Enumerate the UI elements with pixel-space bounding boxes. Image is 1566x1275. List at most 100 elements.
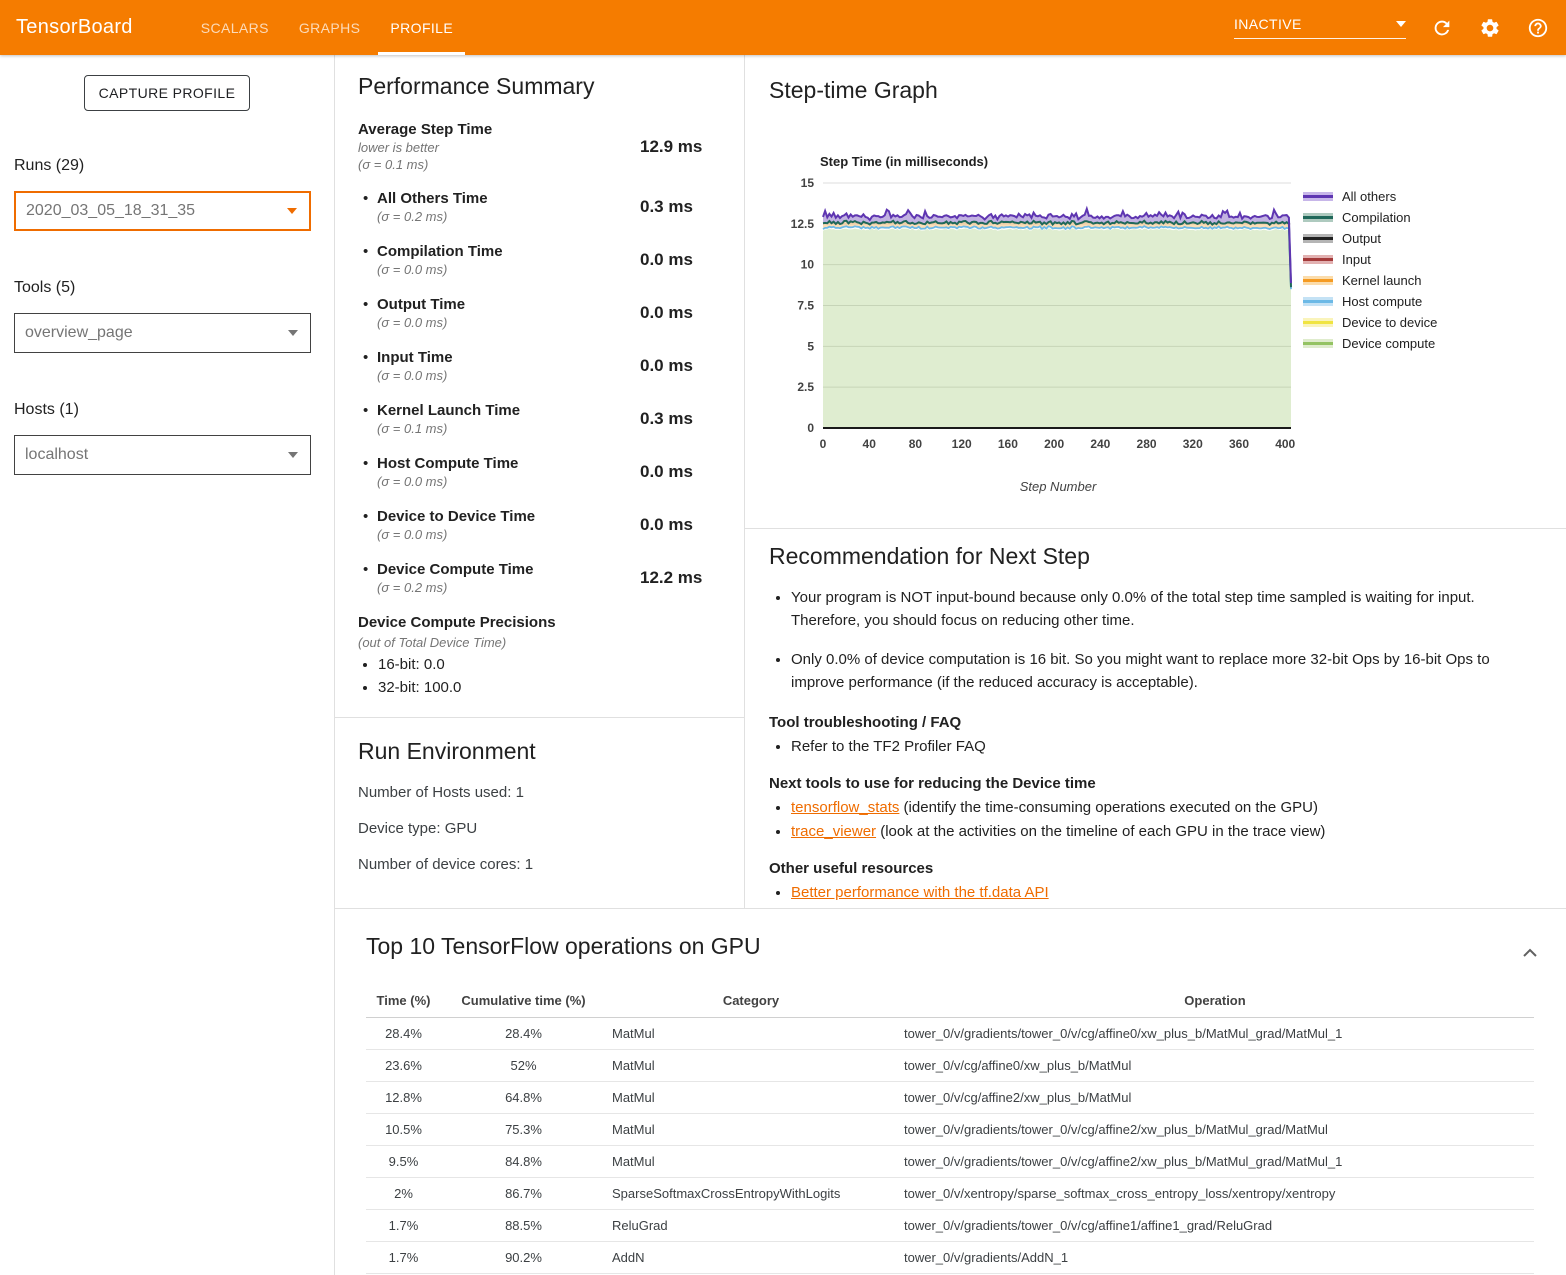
- perf-item-label: Device to Device Time: [377, 507, 535, 526]
- env-line: Number of device cores: 1: [358, 856, 724, 873]
- tools-select[interactable]: overview_page: [14, 313, 311, 353]
- sidebar: CAPTURE PROFILE Runs (29) 2020_03_05_18_…: [0, 55, 335, 1275]
- table-row: 1.7% 88.5% ReluGrad tower_0/v/gradients/…: [366, 1210, 1534, 1242]
- perf-item-label: All Others Time: [377, 189, 488, 208]
- svg-text:240: 240: [1090, 437, 1110, 451]
- svg-text:10: 10: [801, 258, 815, 272]
- collapse-chevron-up-icon[interactable]: [1522, 945, 1538, 963]
- cumulative-cell: 75.3%: [441, 1114, 606, 1146]
- perf-item-sigma: (σ = 0.0 ms): [377, 314, 465, 331]
- perf-item-label: Device Compute Time: [377, 560, 533, 579]
- app-body: CAPTURE PROFILE Runs (29) 2020_03_05_18_…: [0, 55, 1566, 1275]
- chevron-down-icon: [288, 452, 298, 458]
- legend-item: All others: [1303, 190, 1437, 203]
- cumulative-cell: 88.5%: [441, 1210, 606, 1242]
- svg-text:400: 400: [1275, 437, 1295, 451]
- table-header-row: Time (%) Cumulative time (%) Category Op…: [366, 984, 1534, 1018]
- main-content: Performance Summary Average Step Time lo…: [335, 55, 1566, 1275]
- legend-label: Host compute: [1342, 294, 1422, 309]
- runs-label: Runs (29): [14, 157, 311, 175]
- operation-cell: tower_0/v/gradients/tower_0/v/cg/affine2…: [896, 1146, 1534, 1178]
- operation-cell: tower_0/v/cg/affine2/xw_plus_b/MatMul: [896, 1082, 1534, 1114]
- resources-title: Other useful resources: [769, 860, 1526, 877]
- bullet-dot: •: [363, 295, 377, 314]
- perf-item-value: 0.0 ms: [640, 462, 693, 482]
- perf-item-value: 0.0 ms: [640, 303, 693, 323]
- legend-item: Input: [1303, 253, 1437, 266]
- perf-summary-item: • Device Compute Time (σ = 0.2 ms) 12.2 …: [358, 560, 724, 596]
- perf-item-sigma: (σ = 0.0 ms): [377, 473, 518, 490]
- cumulative-cell: 90.2%: [441, 1242, 606, 1274]
- table-row: 1.7% 90.2% AddN tower_0/v/gradients/AddN…: [366, 1242, 1534, 1274]
- legend-swatch: [1303, 213, 1333, 222]
- capture-profile-button[interactable]: CAPTURE PROFILE: [84, 75, 250, 111]
- app-title: TensorBoard: [16, 16, 133, 39]
- tab-profile[interactable]: PROFILE: [378, 0, 465, 55]
- recommendation-title: Recommendation for Next Step: [769, 543, 1526, 570]
- perf-summary-item: • All Others Time (σ = 0.2 ms) 0.3 ms: [358, 189, 724, 225]
- chart-x-axis-label: Step Number: [823, 479, 1293, 494]
- category-cell: MatMul: [606, 1114, 896, 1146]
- time-cell: 28.4%: [366, 1018, 441, 1050]
- legend-swatch: [1303, 276, 1333, 285]
- legend-item: Output: [1303, 232, 1437, 245]
- bullet-dot: •: [363, 401, 377, 420]
- tab-scalars[interactable]: SCALARS: [189, 0, 281, 55]
- svg-text:120: 120: [952, 437, 972, 451]
- legend-swatch: [1303, 255, 1333, 264]
- tools-group: Tools (5) overview_page: [14, 279, 311, 353]
- col-operation: Operation: [896, 984, 1534, 1018]
- resources-list: Better performance with the tf.data API: [769, 884, 1526, 901]
- status-dropdown[interactable]: INACTIVE: [1234, 16, 1406, 39]
- perf-item-sigma: (σ = 0.0 ms): [377, 261, 503, 278]
- list-item: Your program is NOT input-bound because …: [791, 586, 1526, 633]
- help-icon[interactable]: [1526, 16, 1550, 40]
- bullet-dot: •: [363, 242, 377, 261]
- chevron-down-icon: [288, 330, 298, 336]
- app-header: TensorBoard SCALARS GRAPHS PROFILE INACT…: [0, 0, 1566, 55]
- perf-summary-item: • Output Time (σ = 0.0 ms) 0.0 ms: [358, 295, 724, 331]
- link[interactable]: Better performance with the tf.data API: [791, 884, 1049, 901]
- legend-item: Device compute: [1303, 337, 1437, 350]
- table-row: 12.8% 64.8% MatMul tower_0/v/cg/affine2/…: [366, 1082, 1534, 1114]
- precisions-subtitle: (out of Total Device Time): [358, 635, 724, 650]
- top-row: Performance Summary Average Step Time lo…: [335, 55, 1566, 908]
- link[interactable]: tensorflow_stats: [791, 799, 899, 816]
- time-cell: 10.5%: [366, 1114, 441, 1146]
- top-ops-card: Top 10 TensorFlow operations on GPU Time…: [335, 908, 1566, 1275]
- bullet-dot: •: [363, 348, 377, 367]
- col-time: Time (%): [366, 984, 441, 1018]
- link[interactable]: trace_viewer: [791, 823, 876, 840]
- operation-cell: tower_0/v/gradients/tower_0/v/cg/affine0…: [896, 1018, 1534, 1050]
- faq-title: Tool troubleshooting / FAQ: [769, 714, 1526, 731]
- status-dropdown-value: INACTIVE: [1234, 16, 1302, 32]
- svg-text:160: 160: [998, 437, 1018, 451]
- perf-item-sigma: (σ = 0.1 ms): [377, 420, 520, 437]
- svg-text:280: 280: [1137, 437, 1157, 451]
- chevron-down-icon: [287, 208, 297, 214]
- legend-swatch: [1303, 318, 1333, 327]
- svg-text:15: 15: [801, 176, 815, 190]
- cumulative-cell: 86.7%: [441, 1178, 606, 1210]
- table-row: 28.4% 28.4% MatMul tower_0/v/gradients/t…: [366, 1018, 1534, 1050]
- legend-label: Device compute: [1342, 336, 1435, 351]
- step-time-graph-title: Step-time Graph: [769, 77, 938, 104]
- svg-text:80: 80: [909, 437, 923, 451]
- runs-group: Runs (29) 2020_03_05_18_31_35: [14, 157, 311, 231]
- runs-select[interactable]: 2020_03_05_18_31_35: [14, 191, 311, 231]
- cumulative-cell: 64.8%: [441, 1082, 606, 1114]
- perf-item-label: Host Compute Time: [377, 454, 518, 473]
- env-line: Number of Hosts used: 1: [358, 784, 724, 801]
- time-cell: 2%: [366, 1178, 441, 1210]
- table-body: 28.4% 28.4% MatMul tower_0/v/gradients/t…: [366, 1018, 1534, 1275]
- left-column: Performance Summary Average Step Time lo…: [335, 55, 745, 908]
- header-controls: INACTIVE: [1234, 16, 1550, 40]
- bullet-dot: •: [363, 454, 377, 473]
- operation-cell: tower_0/v/gradients/tower_0/v/cg/affine2…: [896, 1114, 1534, 1146]
- refresh-icon[interactable]: [1430, 16, 1454, 40]
- tab-graphs[interactable]: GRAPHS: [287, 0, 373, 55]
- hosts-select[interactable]: localhost: [14, 435, 311, 475]
- settings-gear-icon[interactable]: [1478, 16, 1502, 40]
- legend-swatch: [1303, 192, 1333, 201]
- table-row: 23.6% 52% MatMul tower_0/v/cg/affine0/xw…: [366, 1050, 1534, 1082]
